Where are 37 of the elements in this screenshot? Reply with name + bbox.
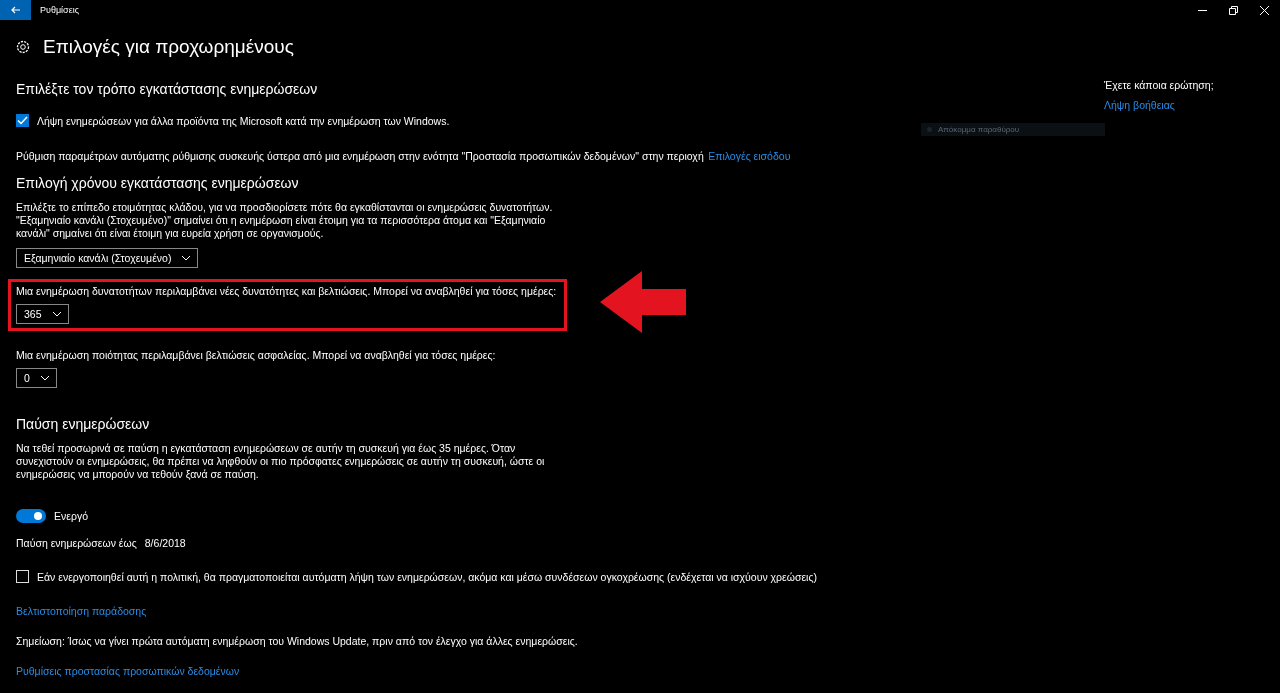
checkbox-label: Λήψη ενημερώσεων για άλλα προϊόντα της Microsoft κατά την ενημέρωση των Windows.	[37, 114, 450, 127]
snip-label: Απόκομμα παραθύρου	[938, 125, 1020, 134]
checkbox[interactable]	[16, 570, 29, 583]
sign-in-options-link[interactable]: Επιλογές εισόδου	[708, 150, 791, 162]
chevron-down-icon	[51, 311, 62, 317]
branch-description: Επιλέξτε το επίπεδο ετοιμότητας κλάδου, για να προσδιορίσετε πότε θα εγκαθίστανται οι ενημερώσεις δυνατοτήτων. "Εξαμηνιαίο κανάλι (Στοχευμένο)" σημαίνει ότι η ενημέρωση είναι έτοιμη για τα περισσότερα άτομα και "Εξαμηνιαίο κανάλι" σημαίνει ότι είναι έτοιμη για ευρεία χρήση σε οργανισμούς.	[16, 201, 554, 240]
section-heading: Επιλέξτε τον τρόπο εγκατάστασης ενημερώσεων	[16, 80, 319, 98]
checkbox-label: Εάν ενεργοποιηθεί αυτή η πολιτική, θα πραγματοποιείται αυτόματη λήψη των ενημερώσεων, ακόμα και μέσω συνδέσεων ογκοχρέωσης (ενδέχεται να ισχύουν χρεώσεις)	[37, 570, 817, 583]
get-help-link[interactable]: Λήψη βοήθειας	[1104, 99, 1214, 111]
close-icon	[1260, 5, 1269, 15]
back-arrow-icon	[10, 6, 21, 14]
deferral-label: Μια ενημέρωση δυνατοτήτων περιλαμβάνει νέες δυνατότητες και βελτιώσεις. Μπορεί να αναβληθεί για τόσες ημέρες:	[16, 285, 557, 297]
page-title: Επιλογές για προχωρημένους	[43, 36, 294, 58]
pause-until-label: Παύση ενημερώσεων έως	[16, 537, 137, 549]
pause-toggle[interactable]	[16, 509, 46, 523]
pause-until-date: 8/6/2018	[144, 537, 186, 549]
section-heading: Επιλογή χρόνου εγκατάστασης ενημερώσεων	[16, 174, 300, 192]
privacy-note: Ρύθμιση παραμέτρων αυτόματης ρύθμισης συσκευής ύστερα από μια ενημέρωση στην ενότητα "Προστασία προσωπικών δεδομένων" στην περιοχή	[16, 150, 704, 162]
days-dropdown[interactable]: 365	[16, 304, 69, 324]
back-button[interactable]	[0, 0, 31, 20]
days-dropdown[interactable]: 0	[16, 368, 57, 388]
update-note: Σημείωση: Ίσως να γίνει πρώτα αυτόματη ενημέρωση του Windows Update, πριν από τον έλεγχο για άλλες ενημερώσεις.	[16, 635, 578, 647]
branch-dropdown[interactable]: Εξαμηνιαίο κανάλι (Στοχευμένο)	[16, 248, 199, 268]
chevron-down-icon	[181, 255, 192, 261]
settings-link[interactable]: Ρυθμίσεις προστασίας προσωπικών δεδομένων	[16, 665, 240, 677]
deferral-label: Μια ενημέρωση ποιότητας περιλαμβάνει βελτιώσεις ασφαλείας. Μπορεί να αναβληθεί για τόσες ημέρες:	[16, 349, 496, 361]
checkmark-icon	[17, 116, 28, 125]
settings-icon	[15, 39, 31, 55]
help-question: Έχετε κάποια ερώτηση;	[1104, 79, 1214, 91]
settings-link[interactable]: Βελτιστοποίηση παράδοσης	[16, 605, 147, 617]
checkbox[interactable]	[16, 114, 29, 127]
section-heading: Παύση ενημερώσεων	[16, 415, 151, 433]
chevron-down-icon	[39, 375, 50, 381]
pause-description: Να τεθεί προσωρινά σε παύση η εγκατάσταση ενημερώσεων σε αυτήν τη συσκευή για έως 35 ημέρες. Όταν συνεχιστούν οι ενημερώσεις, θα πρέπει να ληφθούν οι πιο πρόσφατες ενημερώσεις σε αυτήν τη συσκευή, ώστε οι ενημερώσεις να μπορούν να τεθούν ξανά σε παύση.	[16, 442, 546, 481]
toggle-label: Ενεργό	[54, 510, 88, 522]
restore-icon	[1229, 5, 1238, 15]
window-title: Ρυθμίσεις	[40, 5, 81, 15]
